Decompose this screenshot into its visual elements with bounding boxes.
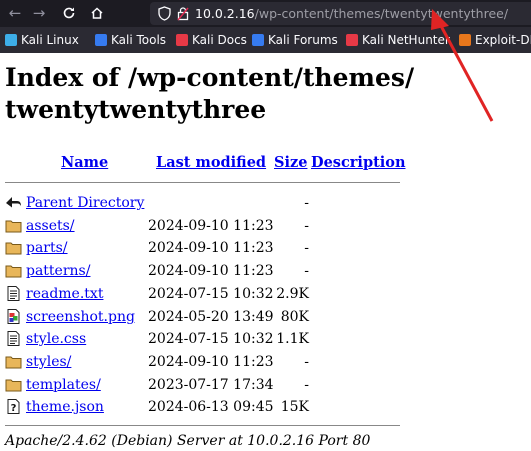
- image-file-icon[interactable]: [5, 308, 22, 324]
- text-file-icon[interactable]: [5, 331, 22, 347]
- file-link[interactable]: parts/: [26, 237, 68, 259]
- header-divider: [5, 182, 400, 183]
- reload-icon: [63, 7, 75, 19]
- size-cell: -: [304, 217, 309, 234]
- kali-tools-icon: [95, 34, 107, 46]
- nethunter-icon: [346, 34, 358, 46]
- bookmark-kali-tools[interactable]: Kali Tools: [95, 27, 166, 53]
- bookmark-kali-forums[interactable]: Kali Forums: [252, 27, 338, 53]
- table-row: Parent Directory -: [0, 192, 531, 214]
- file-link[interactable]: theme.json: [26, 396, 104, 418]
- last-modified-cell: 2024-07-15 10:32: [148, 331, 274, 348]
- file-link[interactable]: templates/: [26, 374, 101, 396]
- unknown-file-icon[interactable]: ?: [5, 399, 22, 415]
- table-row: style.css 2024-07-15 10:32 1.1K: [0, 328, 531, 350]
- last-modified-cell: 2024-05-20 13:49: [148, 308, 274, 325]
- table-row: screenshot.png 2024-05-20 13:49 80K: [0, 306, 531, 328]
- size-cell: -: [304, 353, 309, 370]
- url-bar[interactable]: 10.0.2.16/wp-content/themes/twentytwenty…: [150, 2, 531, 25]
- back-arrow-icon[interactable]: [5, 195, 22, 210]
- table-row: parts/2024-09-10 11:23 -: [0, 237, 531, 259]
- column-header-description[interactable]: Description: [311, 154, 406, 171]
- table-row: templates/2023-07-17 17:34 -: [0, 374, 531, 396]
- home-icon: [91, 7, 103, 19]
- last-modified-cell: 2024-07-15 10:32: [148, 285, 274, 302]
- size-cell: -: [304, 195, 309, 211]
- folder-icon[interactable]: [5, 354, 22, 369]
- folder-icon[interactable]: [5, 240, 22, 255]
- table-row: readme.txt 2024-07-15 10:32 2.9K: [0, 283, 531, 305]
- svg-text:?: ?: [11, 403, 17, 414]
- last-modified-cell: 2024-09-10 11:23: [148, 263, 274, 280]
- page-title: Index of /wp-content/themes/ twentytwent…: [5, 63, 415, 124]
- column-header-size[interactable]: Size: [274, 154, 307, 171]
- size-cell: 2.9K: [276, 285, 309, 302]
- file-link[interactable]: styles/: [26, 351, 71, 373]
- file-link[interactable]: assets/: [26, 215, 75, 237]
- column-header-last-modified[interactable]: Last modified: [156, 154, 266, 171]
- bookmark-label: Kali NetHunter: [362, 33, 450, 47]
- footer-divider: [5, 425, 400, 426]
- last-modified-cell: 2024-09-10 11:23: [148, 240, 274, 257]
- table-row: patterns/2024-09-10 11:23 -: [0, 260, 531, 282]
- server-signature: Apache/2.4.62 (Debian) Server at 10.0.2.…: [5, 433, 371, 449]
- file-link[interactable]: readme.txt: [26, 283, 103, 305]
- exploit-db-icon: [459, 34, 471, 46]
- kali-forums-icon: [252, 34, 264, 46]
- bookmark-exploit-db[interactable]: Exploit-DB: [459, 27, 531, 53]
- bookmark-kali-docs[interactable]: Kali Docs: [176, 27, 247, 53]
- back-arrow-button[interactable]: ←: [4, 0, 26, 27]
- bookmarks-bar: Kali Linux Kali Tools Kali Docs Kali For…: [0, 27, 531, 53]
- last-modified-cell: 2024-06-13 09:45: [148, 399, 274, 416]
- browser-toolbar: ← → 10.0.2.16/wp-content/themes/twentytw…: [0, 0, 531, 27]
- table-row: assets/2024-09-10 11:23 -: [0, 215, 531, 237]
- bookmark-label: Kali Forums: [268, 33, 338, 47]
- bookmark-label: Exploit-DB: [475, 33, 531, 47]
- bookmark-label: Kali Tools: [111, 33, 167, 47]
- forward-arrow-button[interactable]: →: [28, 0, 50, 27]
- size-cell: 15K: [280, 399, 309, 416]
- kali-dragon-icon: [5, 34, 17, 46]
- kali-docs-icon: [176, 34, 188, 46]
- last-modified-cell: 2024-09-10 11:23: [148, 217, 274, 234]
- bookmark-label: Kali Docs: [192, 33, 247, 47]
- bookmark-kali-nethunter[interactable]: Kali NetHunter: [346, 27, 450, 53]
- url-path: /wp-content/themes/twentytwentythree/: [254, 6, 509, 21]
- table-row: ? theme.json 2024-06-13 09:45 15K: [0, 396, 531, 418]
- bookmark-kali-linux[interactable]: Kali Linux: [5, 27, 79, 53]
- last-modified-cell: 2024-09-10 11:23: [148, 353, 274, 370]
- size-cell: 80K: [280, 308, 309, 325]
- text-file-icon[interactable]: [5, 285, 22, 301]
- bookmark-label: Kali Linux: [21, 33, 79, 47]
- table-row: styles/2024-09-10 11:23 -: [0, 351, 531, 373]
- home-button[interactable]: [86, 0, 108, 27]
- url-host: 10.0.2.16: [195, 6, 255, 21]
- file-link[interactable]: style.css: [26, 328, 86, 350]
- column-header-name[interactable]: Name: [61, 154, 108, 171]
- file-link[interactable]: patterns/: [26, 260, 90, 282]
- reload-button[interactable]: [58, 0, 80, 27]
- last-modified-cell: 2023-07-17 17:34: [148, 376, 274, 393]
- file-link[interactable]: screenshot.png: [26, 306, 135, 328]
- url-text[interactable]: 10.0.2.16/wp-content/themes/twentytwenty…: [195, 2, 508, 25]
- folder-icon[interactable]: [5, 218, 22, 233]
- shield-icon[interactable]: [158, 6, 171, 21]
- file-link[interactable]: Parent Directory: [26, 192, 144, 214]
- size-cell: -: [304, 240, 309, 257]
- folder-icon[interactable]: [5, 263, 22, 278]
- lock-warning-icon[interactable]: [177, 6, 189, 21]
- size-cell: 1.1K: [276, 331, 309, 348]
- size-cell: -: [304, 376, 309, 393]
- folder-icon[interactable]: [5, 377, 22, 392]
- size-cell: -: [304, 263, 309, 280]
